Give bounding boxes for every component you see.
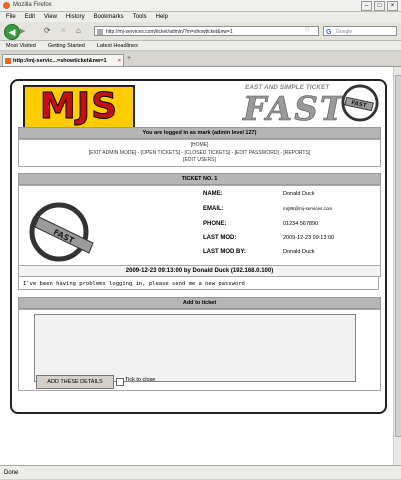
search-input[interactable]: G Google — [323, 26, 397, 36]
nav-edit-users-link[interactable]: [EDIT USERS] — [19, 157, 380, 163]
navigation-toolbar: ◀ ▶ ⟳ ✕ ⌂ http://mj-services.com/ticket/… — [0, 22, 401, 41]
tab-strip: http://mj-servic...=showticket&nw=1 × + — [0, 52, 401, 67]
search-placeholder: Google — [336, 29, 353, 35]
page-container: MJS EAST AND SIMPLE TICKET FAST FAST You… — [10, 79, 387, 414]
phone-label: PHONE: — [203, 221, 227, 227]
last-mod-by-value: Donald Duck — [283, 249, 315, 255]
scrollbar-thumb[interactable] — [395, 75, 401, 437]
firefox-icon — [3, 2, 10, 9]
name-value: Donald Duck — [283, 191, 315, 197]
tab-title: http://mj-servic...=showticket&nw=1 — [13, 58, 107, 64]
ticket-badge-icon: FAST — [29, 202, 94, 262]
fast-logo: FAST — [243, 89, 347, 129]
menu-file[interactable]: File — [6, 12, 16, 22]
window-titlebar: Mozilla Firefox – □ × — [0, 0, 401, 12]
window-controls: – □ × — [361, 1, 398, 11]
ticket-details: FAST NAME: Donald Duck EMAIL: mrj86@mj-s… — [18, 185, 381, 267]
mjs-logo: MJS — [23, 85, 135, 129]
message-body: I've been having problems logging in, pl… — [18, 276, 379, 290]
close-ticket-checkbox[interactable] — [116, 378, 124, 386]
email-label: EMAIL: — [203, 206, 224, 212]
nav-home-link[interactable]: [HOME] — [19, 142, 380, 148]
forward-arrow-icon[interactable]: ▶ — [20, 27, 25, 35]
nav-admin-links[interactable]: [EXIT ADMIN MODE] - [OPEN TICKETS] - [CL… — [19, 150, 380, 156]
last-mod-by-label: LAST MOD BY: — [203, 249, 246, 255]
bookmarks-toolbar: Most Visited Getting Started Latest Head… — [0, 41, 401, 51]
bookmark-getting-started[interactable]: Getting Started — [48, 41, 85, 50]
address-bar[interactable]: http://mj-services.com/ticket/admin/?m=s… — [94, 26, 319, 36]
site-favicon — [97, 29, 103, 35]
tab-close-icon[interactable]: × — [118, 55, 121, 67]
new-tab-icon[interactable]: + — [127, 55, 131, 62]
minimize-icon[interactable]: – — [361, 1, 372, 11]
close-ticket-label: Tick to close — [125, 377, 156, 383]
menu-bookmarks[interactable]: Bookmarks — [94, 12, 124, 22]
last-mod-label: LAST MOD: — [203, 235, 237, 241]
menu-edit[interactable]: Edit — [25, 12, 35, 22]
bookmark-most-visited[interactable]: Most Visited — [6, 41, 36, 50]
login-heading: You are logged in as mark (admin level 1… — [18, 127, 381, 139]
add-details-button[interactable]: ADD THESE DETAILS — [36, 375, 114, 389]
tab-favicon — [5, 58, 11, 64]
email-value[interactable]: mrj86@mj-services.com — [283, 206, 332, 211]
ticket-heading: TICKET NO. 1 — [18, 173, 381, 185]
menu-tools[interactable]: Tools — [133, 12, 147, 22]
address-text: http://mj-services.com/ticket/admin/?m=s… — [106, 29, 233, 35]
stop-icon[interactable]: ✕ — [60, 26, 67, 35]
menu-help[interactable]: Help — [156, 12, 168, 22]
menu-view[interactable]: View — [44, 12, 57, 22]
menubar: File Edit View History Bookmarks Tools H… — [0, 12, 401, 22]
status-bar: Done — [0, 465, 401, 479]
fast-badge-icon: FAST — [341, 84, 379, 122]
last-mod-value: 2009-12-23 09:13:00 — [283, 235, 335, 241]
home-icon[interactable]: ⌂ — [76, 26, 81, 35]
admin-nav: [HOME] [EXIT ADMIN MODE] - [OPEN TICKETS… — [18, 139, 381, 167]
reload-icon[interactable]: ⟳ — [44, 26, 51, 35]
maximize-icon[interactable]: □ — [374, 1, 385, 11]
tab-current[interactable]: http://mj-servic...=showticket&nw=1 × — [2, 54, 124, 66]
back-arrow-icon[interactable]: ◀ — [4, 24, 20, 40]
phone-value: 01234 567890 — [283, 221, 319, 227]
window-title: Mozilla Firefox — [13, 2, 52, 8]
google-icon: G — [326, 29, 332, 36]
bookmark-star-icon[interactable]: ☆ — [304, 25, 310, 33]
bookmark-latest-headlines[interactable]: Latest Headlines — [97, 41, 138, 50]
close-icon[interactable]: × — [387, 1, 398, 11]
name-label: NAME: — [203, 191, 223, 197]
ticket-reply-textarea[interactable] — [34, 314, 356, 382]
add-heading: Add to ticket — [18, 297, 381, 309]
vertical-scrollbar[interactable] — [393, 67, 401, 465]
menu-history[interactable]: History — [66, 12, 85, 22]
